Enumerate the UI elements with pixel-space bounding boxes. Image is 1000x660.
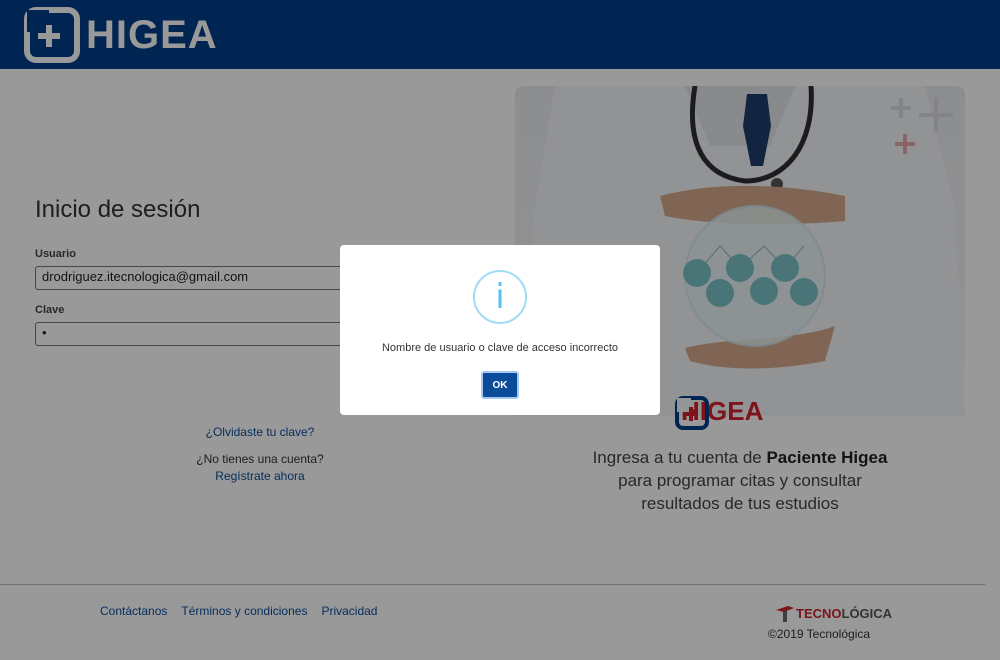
ok-button[interactable]: OK — [481, 371, 519, 399]
alert-dialog: i Nombre de usuario o clave de acceso in… — [340, 245, 660, 415]
alert-message: Nombre de usuario o clave de acceso inco… — [381, 342, 618, 354]
info-icon: i — [473, 270, 527, 324]
